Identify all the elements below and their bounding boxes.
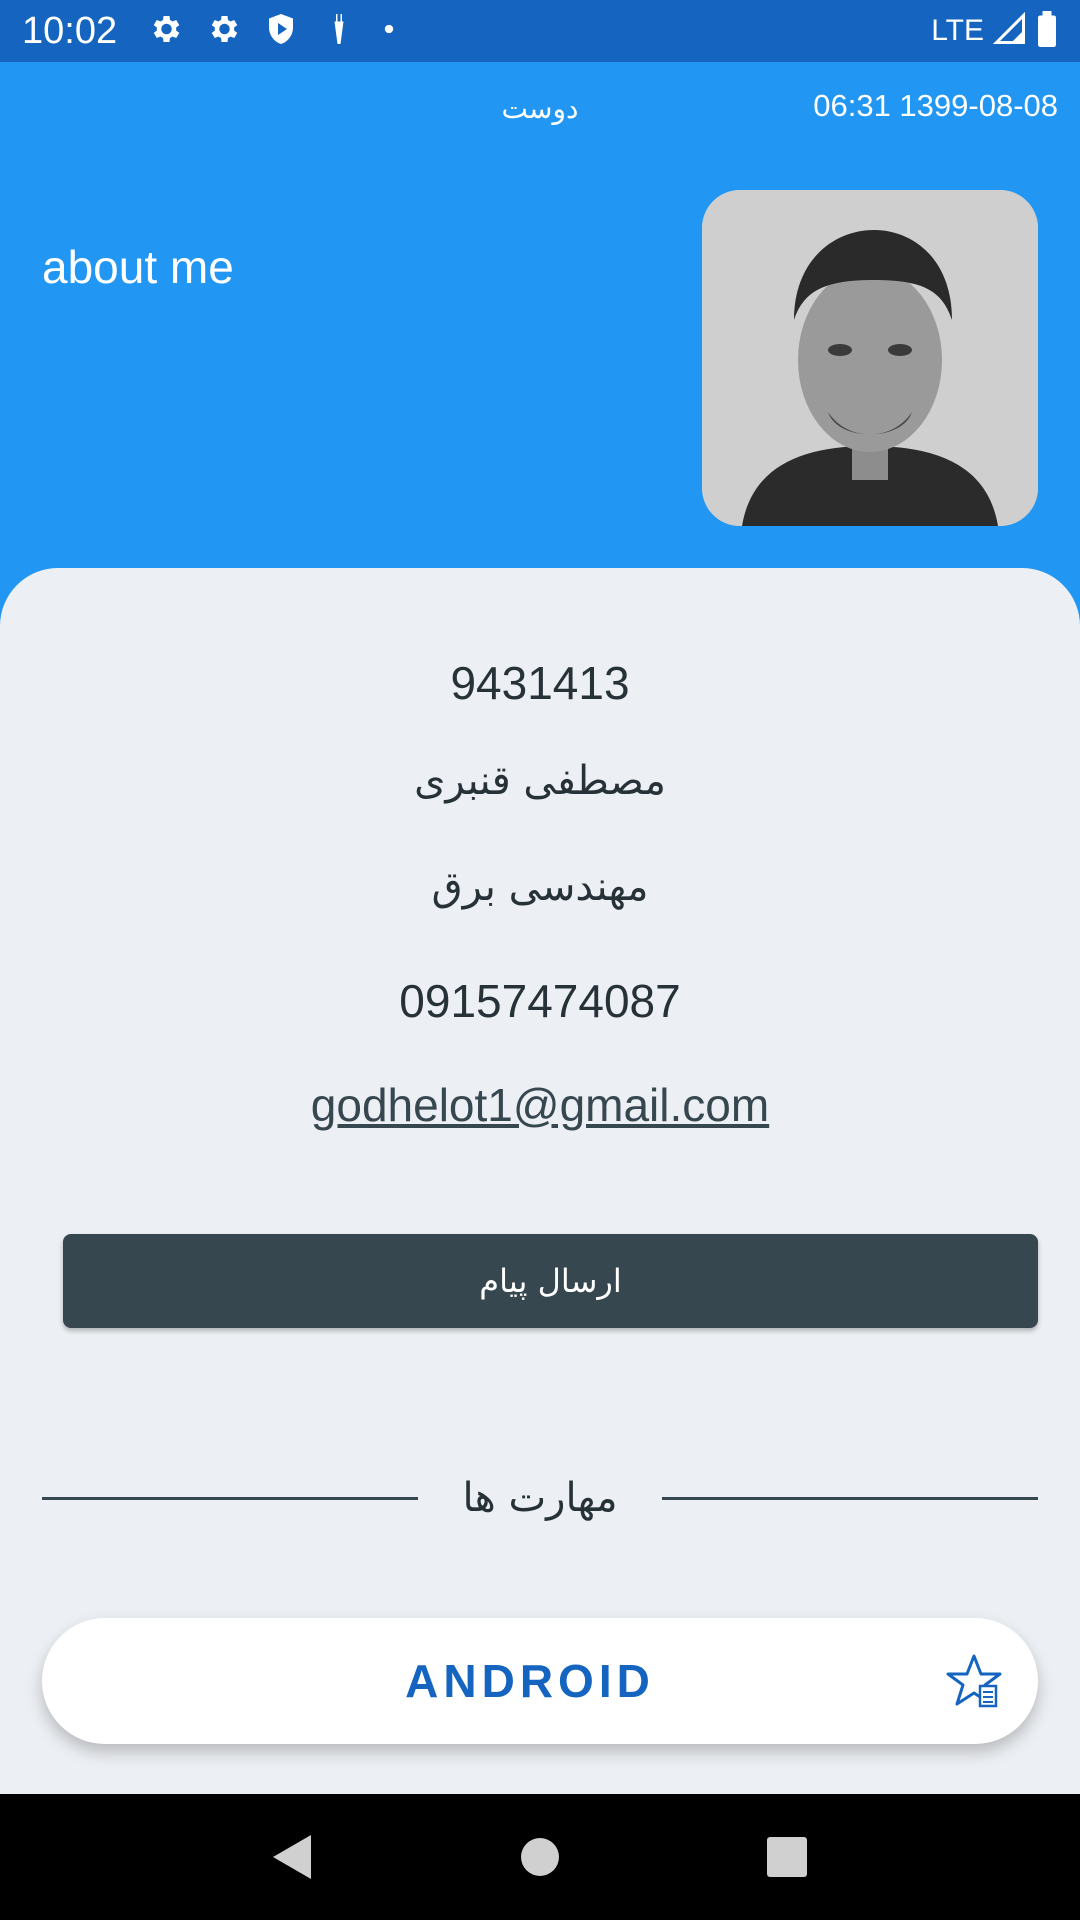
status-time: 10:02 [22,9,118,52]
shield-play-icon [263,11,299,51]
gear-icon [205,11,241,51]
skill-label: ANDROID [405,1655,655,1707]
signal-icon [992,11,1028,51]
status-notification-icons [147,11,399,51]
about-me-label: about me [42,241,234,293]
gear-icon [147,11,183,51]
divider-line-right [661,1496,1038,1500]
full-name: مصطفی قنبری [414,758,666,804]
carrot-icon [321,11,357,51]
profile-card: 9431413 مصطفی قنبری مهندسی برق 091574740… [0,568,1080,1794]
major: مهندسی برق [431,864,649,910]
status-bar: 10:02 LTE [0,0,1080,62]
battery-icon [1036,11,1058,51]
profile-header: دوست 06:31 1399-08-08 about me [0,62,1080,592]
send-message-label: ارسال پیام [479,1262,622,1300]
send-message-button[interactable]: ارسال پیام [63,1234,1038,1328]
email-link[interactable]: godhelot1@gmail.com [0,1078,1080,1132]
skill-item-android[interactable]: ANDROID [42,1618,1038,1744]
home-icon[interactable] [510,1827,570,1887]
skills-divider: مهارت ها [42,1468,1038,1528]
star-list-icon [944,1652,1004,1712]
skills-title: مهارت ها [462,1475,618,1521]
header-datetime: 06:31 1399-08-08 [813,88,1058,123]
status-right: LTE [931,11,1058,51]
student-id: 9431413 [450,657,630,709]
system-nav-bar [0,1794,1080,1920]
back-icon[interactable] [263,1827,323,1887]
phone-number[interactable]: 09157474087 [0,974,1080,1028]
network-type: LTE [931,14,984,47]
avatar [702,190,1038,526]
recents-icon[interactable] [757,1827,817,1887]
divider-line-left [42,1496,419,1500]
dot-icon [379,19,399,43]
